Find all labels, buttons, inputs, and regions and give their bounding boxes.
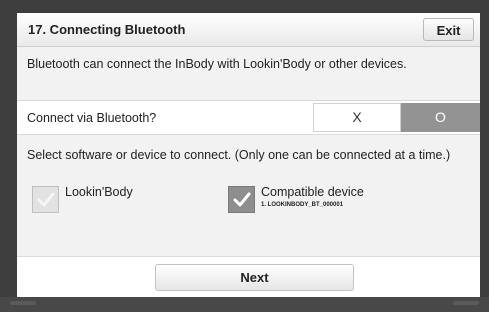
compatible-device-label: Compatible device xyxy=(261,185,364,199)
exit-button[interactable]: Exit xyxy=(423,18,474,41)
lookinbody-label: Lookin'Body xyxy=(65,185,133,199)
check-icon xyxy=(233,192,250,206)
bluetooth-row: Connect via Bluetooth? X O xyxy=(17,101,480,134)
next-button[interactable]: Next xyxy=(155,264,354,291)
divider xyxy=(17,134,480,135)
bluetooth-on-toggle[interactable]: O xyxy=(401,103,480,132)
footer-bar: Next xyxy=(17,256,480,297)
lookinbody-checkbox[interactable] xyxy=(32,186,59,213)
bluetooth-question: Connect via Bluetooth? xyxy=(27,111,157,125)
device-frame-bottom xyxy=(0,297,489,312)
frame-detail xyxy=(10,301,36,305)
frame-detail xyxy=(453,301,479,305)
select-prompt: Select software or device to connect. (O… xyxy=(27,148,451,162)
compatible-device-checkbox[interactable] xyxy=(228,186,255,213)
page-title: 17. Connecting Bluetooth xyxy=(28,22,186,37)
check-icon xyxy=(37,192,54,206)
dialog-screen: 17. Connecting Bluetooth Exit Bluetooth … xyxy=(17,13,480,297)
bluetooth-off-toggle[interactable]: X xyxy=(313,103,401,132)
header-bar: 17. Connecting Bluetooth Exit xyxy=(17,13,480,47)
description-text: Bluetooth can connect the InBody with Lo… xyxy=(27,57,407,71)
device-id: 1. LOOKINBODY_BT_000001 xyxy=(261,202,344,208)
